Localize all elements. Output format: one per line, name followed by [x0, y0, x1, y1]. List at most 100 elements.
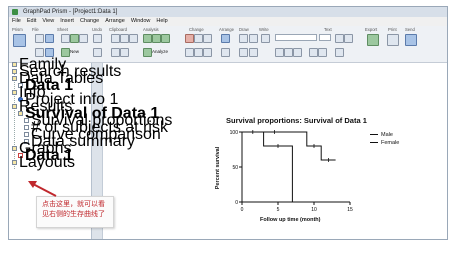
color-icon[interactable] [335, 48, 344, 57]
new-button[interactable]: New [70, 47, 79, 56]
x-tick-label: 5 [277, 207, 280, 213]
change-icon-2[interactable] [194, 34, 203, 43]
group-arrange: Arrange [219, 27, 234, 32]
y-tick-label: 50 [232, 165, 238, 171]
title-bar: GraphPad Prism - [Project1:Data 1] [9, 7, 447, 17]
bold-icon[interactable] [275, 48, 284, 57]
group-undo: Undo [92, 27, 103, 32]
menu-view[interactable]: View [39, 17, 57, 26]
menu-bar: File Edit View Insert Change Arrange Window Hel… [9, 17, 447, 26]
group-clipboard: Clipboard [109, 27, 127, 32]
window-title: GraphPad Prism - [Project1:Data 1] [23, 9, 118, 15]
change-icon-1[interactable] [185, 34, 194, 43]
format-icon[interactable] [111, 48, 120, 57]
undo-icon[interactable] [93, 34, 102, 43]
delete-sheet-icon[interactable] [79, 34, 88, 43]
group-change: Change [189, 27, 204, 32]
chart-legend: Male Female [370, 131, 399, 147]
menu-arrange[interactable]: Arrange [102, 17, 128, 26]
group-send: Send [405, 27, 415, 32]
font-combo[interactable] [275, 34, 317, 41]
fit-icon[interactable] [194, 48, 203, 57]
open-icon[interactable] [35, 34, 44, 43]
folder-icon [18, 111, 23, 117]
toolbar: Prism File Sheet Undo Clipboard Analysis… [9, 26, 447, 63]
menu-file[interactable]: File [9, 17, 24, 26]
nav-item[interactable]: Layouts [12, 155, 75, 171]
analyze-icon[interactable] [143, 48, 152, 57]
line-icon[interactable] [249, 34, 258, 43]
doc-icon [24, 118, 29, 124]
group-export: Export [365, 27, 378, 32]
text-icon-1[interactable] [335, 34, 344, 43]
group-prism: Prism [12, 27, 23, 32]
x-axis-label: Follow up time (month) [260, 217, 321, 223]
chart-title: Survival proportions: Survival of Data 1 [226, 116, 367, 125]
folder-icon [12, 62, 17, 68]
menu-window[interactable]: Window [128, 17, 154, 26]
y-tick-label: 100 [230, 130, 238, 136]
y-axis-label: Percent survival [215, 146, 221, 190]
paste-icon[interactable] [129, 34, 138, 43]
folder-icon [12, 104, 17, 110]
series-line-male [242, 131, 293, 202]
underline-icon[interactable] [293, 48, 302, 57]
toolbar-group-labels: Prism File Sheet Undo Clipboard Analysis… [9, 26, 447, 33]
legend-label: Male [381, 132, 393, 138]
size-combo[interactable] [319, 34, 331, 41]
group-analysis: Analysis [143, 27, 159, 32]
arrow-icon[interactable] [239, 48, 248, 57]
align-icon[interactable] [203, 48, 212, 57]
align-center-icon[interactable] [318, 48, 327, 57]
prism-icon[interactable] [13, 34, 26, 47]
legend-label: Female [381, 140, 400, 146]
arrange-icon[interactable] [221, 34, 230, 43]
export-icon[interactable] [367, 34, 379, 46]
x-tick-label: 10 [311, 207, 317, 213]
legend-swatch [370, 142, 378, 144]
align-left-icon[interactable] [309, 48, 318, 57]
group-icon[interactable] [221, 48, 230, 57]
draw-icon[interactable] [239, 34, 248, 43]
y-tick-label: 0 [235, 200, 238, 206]
copy-icon[interactable] [120, 34, 129, 43]
analysis-icon-1[interactable] [143, 34, 152, 43]
clipboard-icon[interactable] [120, 48, 129, 57]
send-icon[interactable] [405, 34, 417, 46]
redo-icon[interactable] [93, 48, 102, 57]
sheet-icon[interactable] [70, 34, 79, 43]
analysis-icon-2[interactable] [152, 34, 161, 43]
app-icon [12, 9, 18, 15]
legend-entry: Female [370, 139, 399, 147]
write-icon[interactable] [261, 34, 270, 43]
survival-plot: 0 50 100 0 5 10 15 [230, 130, 353, 213]
italic-icon[interactable] [284, 48, 293, 57]
print-icon[interactable] [387, 34, 399, 46]
group-print: Print [388, 27, 397, 32]
menu-edit[interactable]: Edit [24, 17, 39, 26]
folder-icon [12, 69, 17, 75]
cut-icon[interactable] [111, 34, 120, 43]
folder-icon [12, 90, 17, 96]
doc-icon [24, 132, 29, 138]
text-icon-2[interactable] [344, 34, 353, 43]
group-text: Text [324, 27, 332, 32]
tree-guide [14, 69, 15, 169]
toolbar-row-2: New Analyze [9, 47, 447, 58]
x-tick-label: 0 [241, 207, 244, 213]
folder-icon [12, 146, 17, 152]
zoom-icon[interactable] [185, 48, 194, 57]
save-icon[interactable] [45, 34, 54, 43]
group-sheet: Sheet [57, 27, 68, 32]
shape-icon[interactable] [249, 48, 258, 57]
menu-change[interactable]: Change [77, 17, 102, 26]
analyze-button[interactable]: Analyze [152, 47, 168, 56]
legend-swatch [370, 134, 378, 136]
new-sheet-icon[interactable] [61, 34, 70, 43]
group-write: Write [259, 27, 269, 32]
change-icon-3[interactable] [203, 34, 212, 43]
folder-icon [12, 76, 17, 82]
menu-help[interactable]: Help [153, 17, 170, 26]
menu-insert[interactable]: Insert [57, 17, 77, 26]
analysis-icon-3[interactable] [161, 34, 170, 43]
